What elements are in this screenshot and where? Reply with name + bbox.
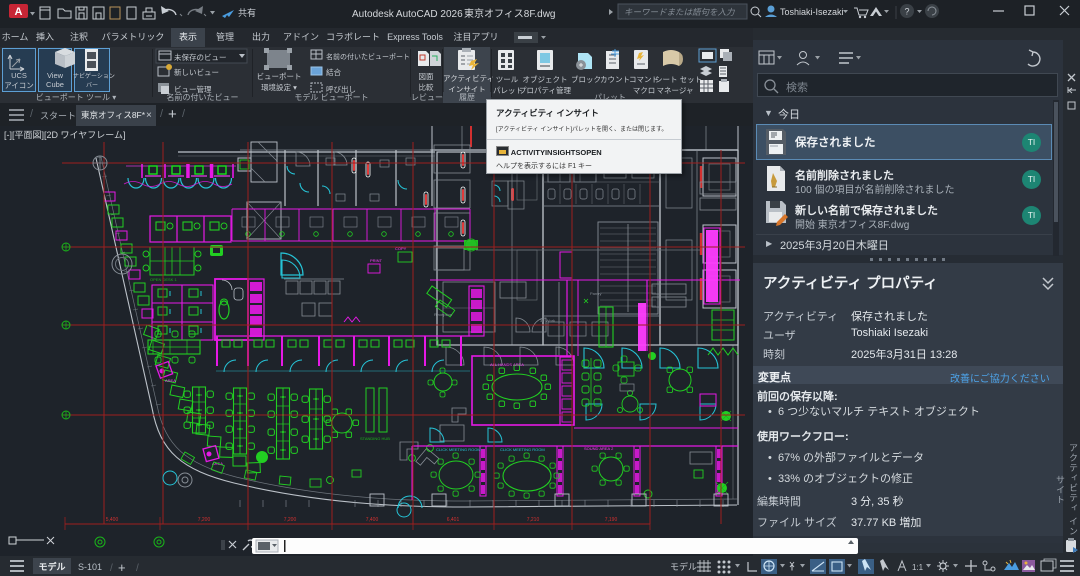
svg-text:PRINT: PRINT [370,258,383,263]
svg-text:CLICK MEETING ROOM: CLICK MEETING ROOM [436,447,481,452]
svg-text:S-101: S-101 [78,562,102,572]
svg-text:共有: 共有 [238,7,256,18]
svg-text:キーワードまたは語句を入力: キーワードまたは語句を入力 [624,7,736,17]
svg-text:/: / [110,563,113,574]
svg-text:SOUND AREA 2: SOUND AREA 2 [584,446,614,451]
svg-text:東京オフィス8F.dwg: 東京オフィス8F.dwg [464,7,556,20]
svg-text:Autodesk AutoCAD 2026: Autodesk AutoCAD 2026 [352,9,463,20]
svg-text:/: / [136,563,139,574]
svg-text:1:1: 1:1 [912,563,924,572]
svg-text:7,200: 7,200 [198,517,211,523]
svg-text:モデル: モデル [38,561,65,572]
svg-text:AREA: AREA [165,378,176,383]
svg-text:Toshiaki-Isezaki: Toshiaki-Isezaki [780,7,844,17]
svg-text:ALL HANDS AREA: ALL HANDS AREA [490,362,524,367]
svg-text:7,400: 7,400 [366,517,379,523]
svg-text:+: + [118,560,126,575]
svg-text:3F Work: 3F Work [540,318,555,323]
svg-text:7,210: 7,210 [527,517,540,523]
svg-text:?: ? [904,7,909,17]
svg-text:7,200: 7,200 [284,517,297,523]
svg-text:OPEN DESK 1: OPEN DESK 1 [150,277,177,282]
svg-text:A: A [15,6,23,18]
svg-text:6,401: 6,401 [447,517,460,523]
svg-text:5,400: 5,400 [106,517,119,523]
svg-text:7,190: 7,190 [605,517,618,523]
svg-text:Pantry: Pantry [590,291,602,296]
svg-text:STANDING HUB: STANDING HUB [360,436,390,441]
svg-text:Reception: Reception [434,312,452,317]
svg-text:モデル: モデル [670,561,697,572]
svg-text:CLICK MEETING ROOM: CLICK MEETING ROOM [500,447,545,452]
